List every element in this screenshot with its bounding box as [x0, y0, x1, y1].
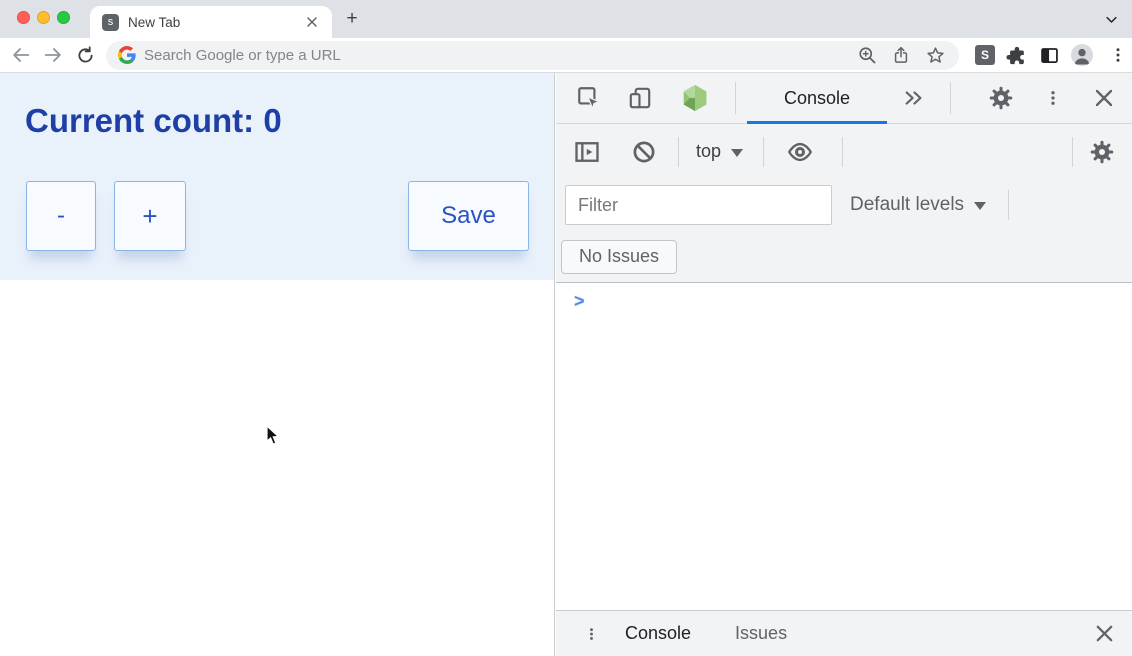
context-selector[interactable]: top — [696, 141, 743, 162]
console-prompt[interactable]: > — [574, 291, 1094, 317]
tab-favicon: s — [102, 14, 119, 31]
omnibox[interactable] — [106, 41, 959, 70]
omnibox-input[interactable] — [144, 47, 845, 64]
drawer-close-icon[interactable] — [1093, 622, 1116, 645]
zoom-icon[interactable] — [855, 43, 879, 67]
profile-avatar[interactable] — [1070, 43, 1094, 67]
tab-strip: s New Tab + — [0, 0, 1132, 38]
devtools-menu-icon[interactable] — [1044, 87, 1062, 109]
default-levels-dropdown[interactable]: Default levels — [850, 194, 986, 216]
issues-row: No Issues — [556, 231, 1132, 283]
node-icon[interactable] — [680, 83, 710, 113]
window-controls — [17, 11, 70, 24]
tab-search-icon[interactable] — [1100, 9, 1122, 29]
console-output-area[interactable]: > — [556, 283, 1132, 610]
extension-badge[interactable]: S — [975, 45, 995, 65]
navigation-bar: S — [0, 38, 1132, 73]
devtools-close-icon[interactable] — [1092, 86, 1116, 110]
no-issues-button[interactable]: No Issues — [561, 240, 677, 274]
prompt-chevron: > — [574, 291, 585, 311]
current-count-heading: Current count: 0 — [25, 102, 282, 140]
reload-icon[interactable] — [72, 42, 98, 68]
count-label: Current count: — [25, 102, 263, 139]
increment-button[interactable]: + — [114, 181, 186, 251]
tab-close-icon[interactable] — [304, 14, 320, 30]
chevron-down-icon — [974, 202, 986, 210]
devtools-drawer: Console Issues — [556, 610, 1132, 656]
side-panel-icon[interactable] — [1037, 43, 1061, 67]
filter-input[interactable] — [565, 185, 832, 225]
page-viewport: Current count: 0 - + Save — [0, 73, 555, 656]
context-selector-label: top — [696, 141, 721, 162]
forward-icon[interactable] — [40, 42, 66, 68]
google-logo-icon — [118, 46, 136, 64]
devtools-panel: Console — [556, 73, 1132, 656]
new-tab-button[interactable]: + — [342, 9, 362, 29]
console-toolbar: top — [556, 124, 1132, 179]
more-tabs-icon[interactable] — [903, 87, 925, 109]
bookmark-star-icon[interactable] — [923, 43, 947, 67]
decrement-button[interactable]: - — [26, 181, 96, 251]
inspect-element-icon[interactable] — [576, 85, 602, 111]
devtools-main-toolbar: Console — [556, 73, 1132, 124]
count-value: 0 — [263, 102, 281, 139]
console-sidebar-icon[interactable] — [573, 138, 601, 166]
minimize-window-button[interactable] — [37, 11, 50, 24]
clear-console-icon[interactable] — [631, 139, 657, 165]
mouse-pointer-icon — [266, 425, 281, 451]
browser-menu-icon[interactable] — [1106, 43, 1130, 67]
zoom-window-button[interactable] — [57, 11, 70, 24]
tab-console[interactable]: Console — [747, 73, 887, 124]
drawer-tab-console[interactable]: Console — [625, 623, 691, 644]
browser-window: s New Tab + — [0, 0, 1132, 656]
drawer-menu-icon[interactable] — [584, 624, 599, 644]
drawer-tab-issues[interactable]: Issues — [735, 623, 787, 644]
live-expression-eye-icon[interactable] — [784, 138, 816, 166]
save-button[interactable]: Save — [408, 181, 529, 251]
counter-panel: Current count: 0 - + Save — [0, 73, 554, 280]
default-levels-label: Default levels — [850, 194, 964, 216]
extensions-puzzle-icon[interactable] — [1004, 43, 1028, 67]
devtools-settings-icon[interactable] — [988, 85, 1014, 111]
console-filter-row: Default levels — [556, 179, 1132, 231]
browser-tab[interactable]: s New Tab — [90, 6, 332, 38]
device-toolbar-icon[interactable] — [627, 85, 653, 111]
chevron-down-icon — [731, 149, 743, 157]
back-icon[interactable] — [8, 42, 34, 68]
console-settings-icon[interactable] — [1089, 139, 1115, 165]
close-window-button[interactable] — [17, 11, 30, 24]
tab-title: New Tab — [128, 15, 304, 30]
share-icon[interactable] — [889, 43, 913, 67]
